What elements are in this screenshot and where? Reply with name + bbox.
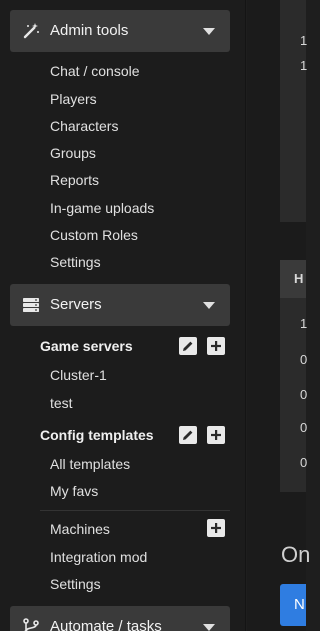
sidebar-item-players[interactable]: Players (50, 91, 97, 107)
magic-wand-icon (22, 22, 40, 40)
game-servers-heading: Game servers (40, 338, 133, 354)
app-root: Admin tools Chat / console Players Chara… (0, 0, 310, 631)
sidebar-section-title: Servers (50, 296, 102, 313)
plus-icon (211, 430, 221, 440)
sidebar-item-cluster-1[interactable]: Cluster-1 (50, 367, 107, 383)
sidebar-section-admin-tools[interactable]: Admin tools (10, 10, 230, 52)
sidebar-item-groups[interactable]: Groups (50, 145, 96, 161)
sidebar-item-reports[interactable]: Reports (50, 172, 99, 188)
server-icon (22, 296, 40, 314)
panel-value: 0 (300, 420, 308, 435)
add-config-template-button[interactable] (207, 426, 225, 444)
panel-value: 1 (300, 58, 308, 73)
sidebar-item-in-game-uploads[interactable]: In-game uploads (50, 200, 154, 216)
chevron-down-icon[interactable] (203, 624, 215, 631)
panel-value: 0 (300, 352, 308, 367)
sidebar-section-servers[interactable]: Servers (10, 284, 230, 326)
sidebar-item-integration-mod[interactable]: Integration mod (50, 549, 147, 565)
sidebar-section-title: Admin tools (50, 22, 129, 39)
sidebar-item-all-templates[interactable]: All templates (50, 456, 130, 472)
pencil-icon (183, 341, 193, 351)
panel-value: 1 (300, 33, 308, 48)
panel-value: 0 (300, 455, 308, 470)
plus-icon (211, 341, 221, 351)
primary-action-label: N (294, 596, 305, 613)
sidebar-section-automate-tasks[interactable]: Automate / tasks (10, 606, 230, 631)
sidebar-item-test[interactable]: test (50, 395, 73, 411)
sidebar-item-settings[interactable]: Settings (50, 254, 101, 270)
add-machine-button[interactable] (207, 519, 225, 537)
sidebar-item-custom-roles[interactable]: Custom Roles (50, 227, 138, 243)
sidebar: Admin tools Chat / console Players Chara… (0, 0, 246, 631)
sidebar-item-server-settings[interactable]: Settings (50, 576, 101, 592)
plus-icon (211, 523, 221, 533)
sidebar-item-characters[interactable]: Characters (50, 118, 118, 134)
add-game-server-button[interactable] (207, 337, 225, 355)
divider (40, 510, 230, 511)
panel-value: 1 (300, 316, 308, 331)
panel-value: 0 (300, 387, 308, 402)
chevron-down-icon[interactable] (203, 28, 215, 35)
sidebar-item-machines[interactable]: Machines (50, 521, 110, 537)
primary-action-button[interactable]: N (280, 584, 306, 626)
branch-icon (22, 618, 40, 631)
sidebar-item-chat-console[interactable]: Chat / console (50, 63, 140, 79)
section-heading: On (281, 542, 311, 567)
panel-header-label: H (294, 271, 304, 286)
sidebar-item-my-favs[interactable]: My favs (50, 483, 98, 499)
edit-config-templates-button[interactable] (179, 426, 197, 444)
config-templates-heading: Config templates (40, 427, 154, 443)
chevron-down-icon[interactable] (203, 302, 215, 309)
edit-game-servers-button[interactable] (179, 337, 197, 355)
pencil-icon (183, 430, 193, 440)
sidebar-section-title: Automate / tasks (50, 618, 162, 631)
panel-header: H (280, 260, 306, 298)
